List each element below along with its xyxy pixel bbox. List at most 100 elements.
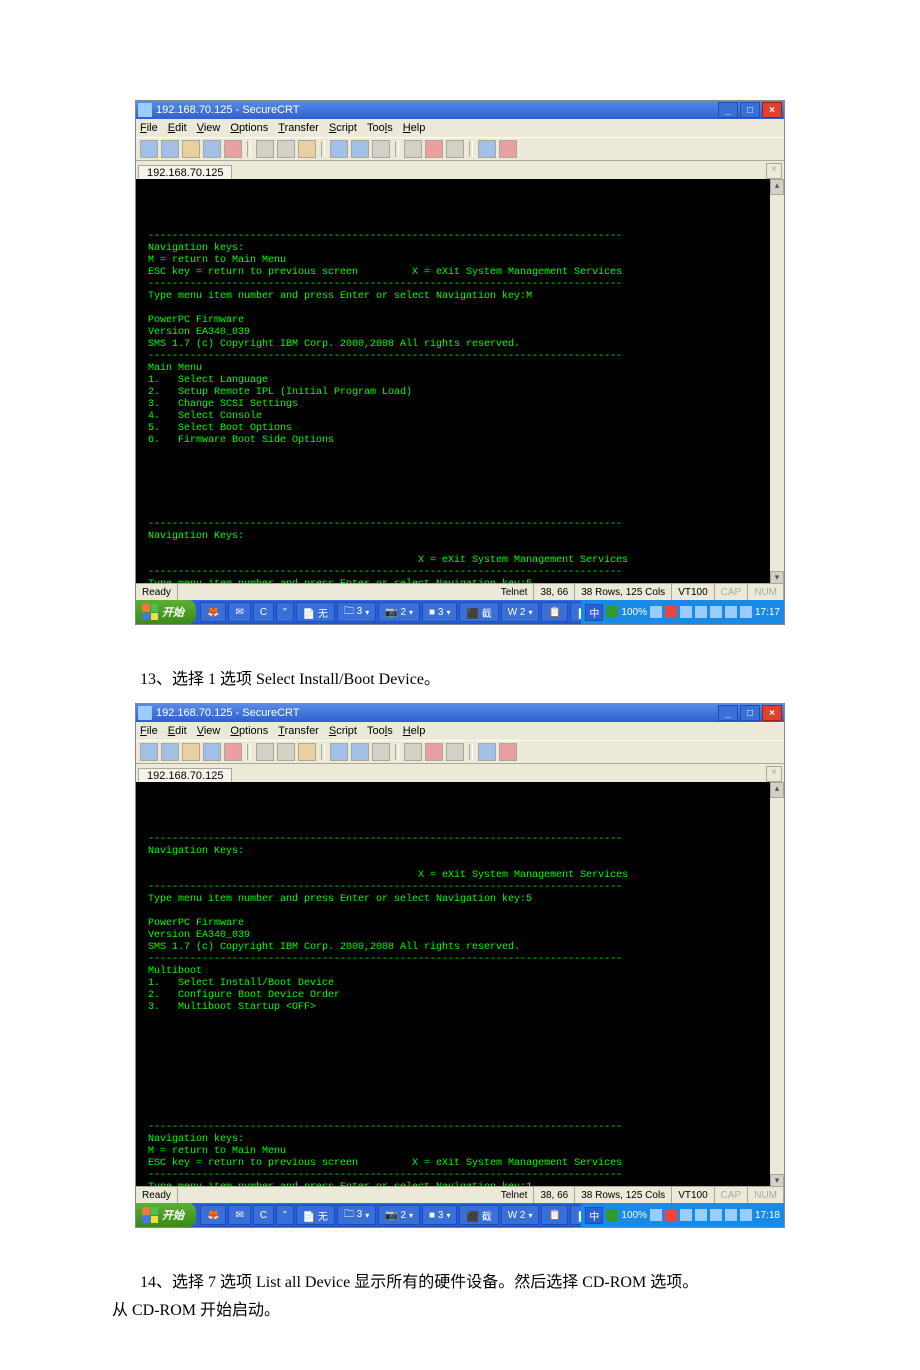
tab-close-button[interactable]: × — [766, 163, 782, 179]
toolbar-button[interactable] — [224, 743, 242, 761]
toolbar-button[interactable] — [298, 140, 316, 158]
toolbar-button[interactable] — [351, 140, 369, 158]
language-indicator[interactable]: 中 — [585, 1207, 603, 1224]
menu-script[interactable]: Script — [329, 725, 357, 737]
close-button[interactable]: × — [762, 102, 782, 118]
menu-file[interactable]: File — [140, 122, 158, 134]
scroll-down[interactable]: ▾ — [770, 1174, 784, 1186]
task-button[interactable]: 📄 未 — [570, 602, 581, 622]
menu-tools[interactable]: Tools — [367, 122, 393, 134]
toolbar-button[interactable] — [478, 140, 496, 158]
toolbar-button[interactable] — [425, 743, 443, 761]
task-button[interactable]: 📄 未 — [570, 1205, 581, 1225]
tray-icon[interactable] — [665, 1209, 677, 1221]
toolbar-button[interactable] — [372, 743, 390, 761]
start-button[interactable]: 开始 — [136, 600, 196, 624]
toolbar-button[interactable] — [330, 743, 348, 761]
toolbar-button[interactable] — [161, 743, 179, 761]
toolbar-button[interactable] — [140, 743, 158, 761]
menu-transfer[interactable]: Transfer — [278, 725, 319, 737]
toolbar-button[interactable] — [404, 140, 422, 158]
task-button[interactable]: W 2 ▾ — [501, 602, 540, 622]
task-button[interactable]: 📷 2 ▾ — [378, 602, 420, 622]
task-button[interactable]: 🦊 — [200, 602, 226, 622]
toolbar-button[interactable] — [499, 140, 517, 158]
task-button[interactable]: " — [276, 602, 294, 622]
task-button[interactable]: ■ 3 ▾ — [422, 602, 457, 622]
toolbar-button[interactable] — [277, 743, 295, 761]
session-tab[interactable]: 192.168.70.125 — [138, 165, 232, 180]
task-button[interactable]: 📄 无 — [296, 1205, 335, 1225]
toolbar-button[interactable] — [499, 743, 517, 761]
session-tab[interactable]: 192.168.70.125 — [138, 768, 232, 783]
task-button[interactable]: ✉ — [228, 602, 250, 622]
toolbar-button[interactable] — [372, 140, 390, 158]
task-button[interactable]: " — [276, 1205, 294, 1225]
task-button[interactable]: ⬛ 截 — [459, 1205, 498, 1225]
scrollbar[interactable]: ▴▾ — [770, 179, 784, 583]
toolbar-button[interactable] — [140, 140, 158, 158]
menu-help[interactable]: Help — [403, 725, 426, 737]
toolbar-button[interactable] — [298, 743, 316, 761]
tray-icon[interactable] — [695, 606, 707, 618]
minimize-button[interactable]: _ — [718, 102, 738, 118]
tray-icon[interactable] — [740, 606, 752, 618]
task-button[interactable]: 🗀 3 ▾ — [337, 1205, 376, 1225]
tray-icon[interactable] — [680, 1209, 692, 1221]
tray-icon[interactable] — [740, 1209, 752, 1221]
toolbar-button[interactable] — [224, 140, 242, 158]
task-button[interactable]: C — [253, 1205, 274, 1225]
tray-icon[interactable] — [725, 606, 737, 618]
toolbar-button[interactable] — [161, 140, 179, 158]
scrollbar[interactable]: ▴▾ — [770, 782, 784, 1186]
minimize-button[interactable]: _ — [718, 705, 738, 721]
task-button[interactable]: 📋 — [541, 1205, 567, 1225]
menu-transfer[interactable]: Transfer — [278, 122, 319, 134]
scroll-up[interactable]: ▴ — [770, 782, 784, 798]
menu-options[interactable]: Options — [230, 725, 268, 737]
menu-tools[interactable]: Tools — [367, 725, 393, 737]
task-button[interactable]: 📷 2 ▾ — [378, 1205, 420, 1225]
task-button[interactable]: 📋 — [541, 602, 567, 622]
tray-icon[interactable] — [606, 606, 618, 618]
maximize-button[interactable]: □ — [740, 102, 760, 118]
task-button[interactable]: 🗀 3 ▾ — [337, 602, 376, 622]
toolbar-button[interactable] — [182, 140, 200, 158]
toolbar-button[interactable] — [203, 743, 221, 761]
menu-options[interactable]: Options — [230, 122, 268, 134]
tray-icon[interactable] — [650, 606, 662, 618]
menu-edit[interactable]: Edit — [168, 122, 187, 134]
tray-icon[interactable] — [710, 1209, 722, 1221]
toolbar-button[interactable] — [478, 743, 496, 761]
tray-icon[interactable] — [650, 1209, 662, 1221]
scroll-down[interactable]: ▾ — [770, 571, 784, 583]
toolbar-button[interactable] — [425, 140, 443, 158]
menu-edit[interactable]: Edit — [168, 725, 187, 737]
toolbar-button[interactable] — [446, 140, 464, 158]
task-button[interactable]: ■ 3 ▾ — [422, 1205, 457, 1225]
close-button[interactable]: × — [762, 705, 782, 721]
terminal[interactable]: ----------------------------------------… — [136, 179, 784, 583]
tray-icon[interactable] — [606, 1209, 618, 1221]
menu-help[interactable]: Help — [403, 122, 426, 134]
task-button[interactable]: 📄 无 — [296, 602, 335, 622]
toolbar-button[interactable] — [256, 140, 274, 158]
start-button[interactable]: 开始 — [136, 1203, 196, 1227]
toolbar-button[interactable] — [256, 743, 274, 761]
task-button[interactable]: 🦊 — [200, 1205, 226, 1225]
toolbar-button[interactable] — [277, 140, 295, 158]
menu-script[interactable]: Script — [329, 122, 357, 134]
toolbar-button[interactable] — [351, 743, 369, 761]
task-button[interactable]: C — [253, 602, 274, 622]
menu-view[interactable]: View — [197, 122, 221, 134]
tab-close-button[interactable]: × — [766, 766, 782, 782]
toolbar-button[interactable] — [446, 743, 464, 761]
tray-icon[interactable] — [665, 606, 677, 618]
maximize-button[interactable]: □ — [740, 705, 760, 721]
menu-view[interactable]: View — [197, 725, 221, 737]
tray-icon[interactable] — [680, 606, 692, 618]
language-indicator[interactable]: 中 — [585, 604, 603, 621]
toolbar-button[interactable] — [182, 743, 200, 761]
task-button[interactable]: W 2 ▾ — [501, 1205, 540, 1225]
scroll-up[interactable]: ▴ — [770, 179, 784, 195]
